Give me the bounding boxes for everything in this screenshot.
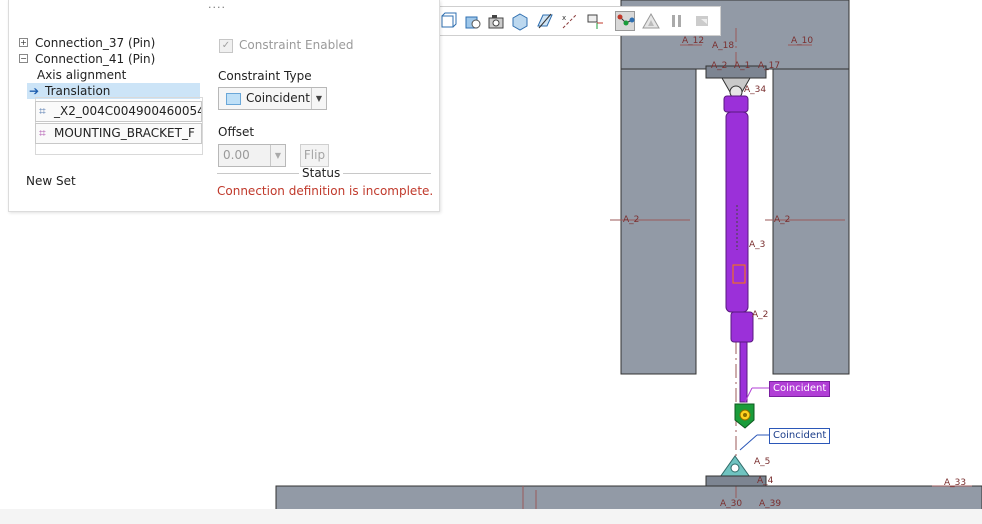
coincident-callout-purple[interactable]: Coincident bbox=[769, 381, 831, 397]
pause-icon[interactable] bbox=[667, 11, 687, 31]
tree-item-label: Connection_37 (Pin) bbox=[35, 36, 156, 50]
axis-icon[interactable]: x bbox=[560, 11, 580, 31]
part-axis-icon: ⌗ bbox=[39, 104, 46, 118]
constraint-type-label: Constraint Type bbox=[218, 69, 312, 83]
datum-label: A_2 bbox=[774, 215, 790, 225]
datum-label: A_34 bbox=[744, 85, 766, 95]
connection-dashboard: .... + Connection_37 (Pin) − Connection_… bbox=[8, 0, 440, 212]
datum-label: A_18 bbox=[712, 41, 734, 51]
offset-input[interactable]: 0.00 ▼ bbox=[218, 144, 286, 167]
stop-icon[interactable] bbox=[692, 11, 712, 31]
datum-label: A_17 bbox=[758, 61, 780, 71]
graphics-toolbar: x bbox=[438, 6, 721, 36]
plane-icon[interactable] bbox=[535, 11, 555, 31]
offset-label: Offset bbox=[218, 125, 255, 139]
tree-item-label: Axis alignment bbox=[37, 68, 127, 82]
box-icon[interactable] bbox=[438, 11, 458, 31]
base-plate bbox=[275, 485, 982, 511]
status-bar bbox=[0, 509, 982, 524]
cube-icon[interactable] bbox=[510, 11, 530, 31]
offset-value: 0.00 bbox=[223, 148, 250, 162]
datum-label: A_30 bbox=[720, 499, 742, 509]
datum-label: A_2 bbox=[623, 215, 639, 225]
tree-item-axis-alignment[interactable]: Axis alignment bbox=[9, 67, 209, 83]
chevron-down-icon[interactable]: ▼ bbox=[270, 145, 285, 166]
datum-label: A_4 bbox=[757, 476, 774, 486]
part-axis-icon: ⌗ bbox=[39, 126, 46, 140]
tree-item-label: Connection_41 (Pin) bbox=[35, 52, 156, 66]
reference-collector-1[interactable]: ⌗ _X2_004C004900460054000 bbox=[35, 101, 202, 122]
divider bbox=[217, 173, 299, 174]
camera-icon[interactable] bbox=[486, 11, 506, 31]
datum-label: A_1 bbox=[734, 61, 750, 71]
svg-text:x: x bbox=[562, 14, 566, 22]
coincident-callout-blue[interactable]: Coincident bbox=[769, 428, 831, 444]
datum-label: A_12 bbox=[682, 36, 704, 46]
expand-icon[interactable]: + bbox=[19, 38, 28, 47]
collapse-icon[interactable]: − bbox=[19, 54, 28, 63]
status-message: Connection definition is incomplete. bbox=[217, 184, 434, 198]
status-label: Status bbox=[302, 166, 341, 180]
reference-label: _X2_004C004900460054000 bbox=[54, 104, 201, 118]
coincident-icon bbox=[226, 93, 241, 105]
connection-icon[interactable] bbox=[615, 11, 635, 31]
constraint-enabled-label: Constraint Enabled bbox=[239, 38, 354, 52]
datum-label: A_33 bbox=[944, 478, 966, 488]
datum-label: A_39 bbox=[759, 499, 781, 509]
chevron-down-icon[interactable]: ▼ bbox=[311, 88, 326, 109]
tree-item-connection-37[interactable]: + Connection_37 (Pin) bbox=[9, 35, 209, 51]
constraint-type-dropdown[interactable]: Coincident ▼ bbox=[218, 87, 327, 110]
csys-icon[interactable] bbox=[585, 11, 605, 31]
datum-label: A_3 bbox=[749, 240, 765, 250]
divider bbox=[343, 173, 431, 174]
datum-label: A_10 bbox=[791, 36, 813, 46]
datum-label: A_5 bbox=[754, 457, 770, 467]
tree-item-connection-41[interactable]: − Connection_41 (Pin) bbox=[9, 51, 209, 67]
datum-label: A_2 bbox=[752, 310, 768, 320]
panel-grip[interactable]: .... bbox=[208, 0, 226, 11]
reference-collector-2[interactable]: ⌗ MOUNTING_BRACKET_F bbox=[35, 123, 202, 144]
new-set-link[interactable]: New Set bbox=[26, 174, 76, 188]
constraint-type-value: Coincident bbox=[246, 91, 310, 105]
shaded-box-icon[interactable] bbox=[462, 11, 482, 31]
constraint-enabled-checkbox[interactable]: ✓ bbox=[219, 39, 233, 53]
reference-label: MOUNTING_BRACKET_F bbox=[54, 126, 195, 140]
datum-label: A_2 bbox=[711, 61, 727, 71]
triangle-icon[interactable] bbox=[641, 11, 661, 31]
flip-button[interactable]: Flip bbox=[300, 144, 329, 167]
